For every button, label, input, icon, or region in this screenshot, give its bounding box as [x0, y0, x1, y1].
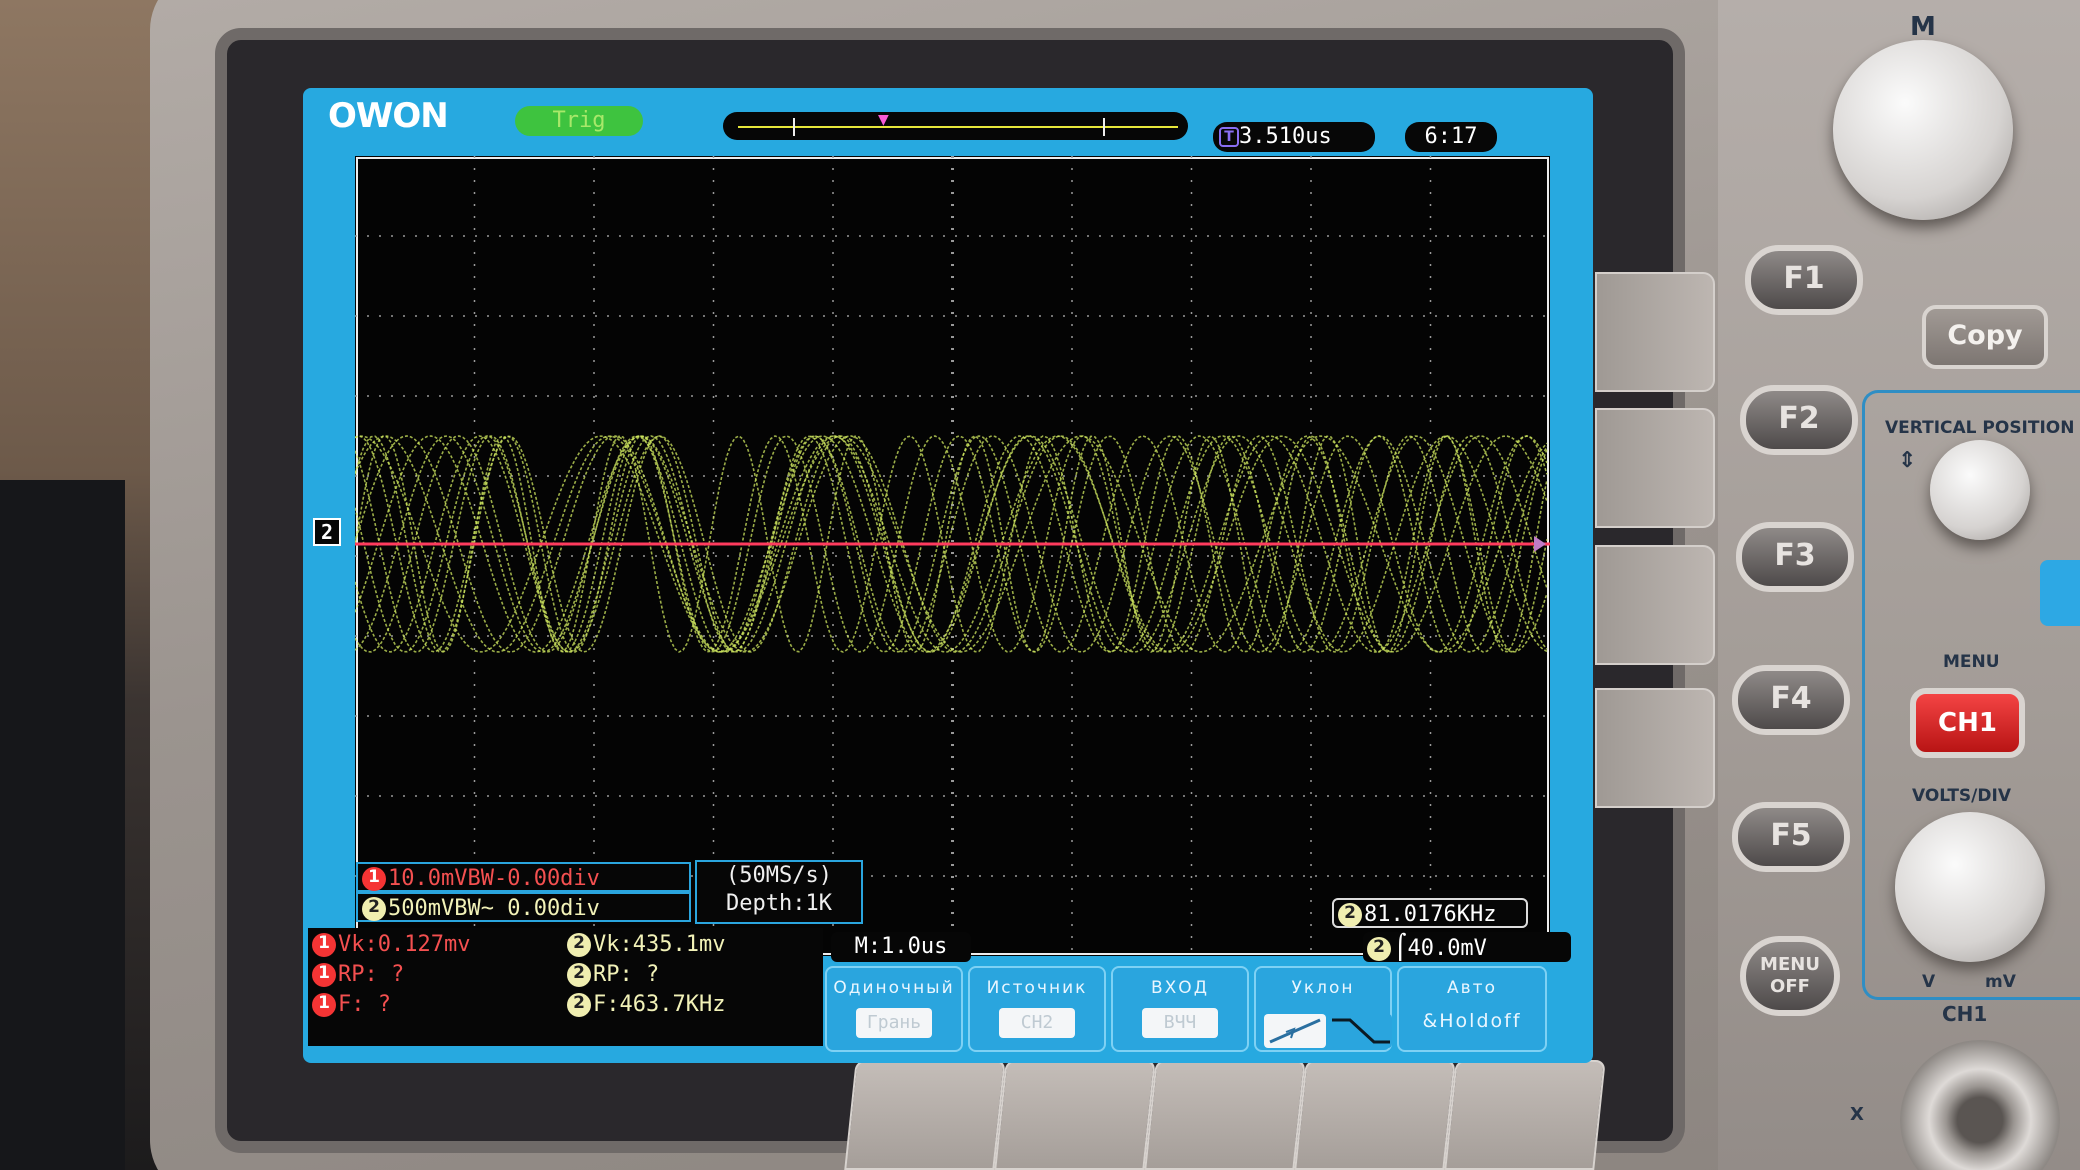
- copy-button[interactable]: Copy: [1922, 305, 2048, 369]
- ch1-setting: 1 10.0mVBW-0.00div: [356, 862, 691, 892]
- blue-tab: [2040, 560, 2080, 626]
- acquisition-info: (50MS/s) Depth:1K: [695, 860, 863, 924]
- dark-object: [0, 480, 125, 1170]
- ch2-meas-row: 2 Vk:435.1mv: [563, 930, 725, 960]
- ch1-setting-text: 10.0mVBW-0.00div: [388, 866, 600, 891]
- softkey-tab-4: [1595, 688, 1715, 808]
- f5-button[interactable]: F5: [1732, 802, 1850, 872]
- rising-slope-icon: [1264, 1014, 1326, 1048]
- menu-value: &Holdoff: [1422, 1010, 1522, 1032]
- menu-title: Авто: [1447, 978, 1497, 998]
- vertical-position-knob[interactable]: [1930, 440, 2030, 540]
- volts-div-knob[interactable]: [1895, 812, 2045, 962]
- ch2-level-marker: 2: [313, 518, 341, 546]
- m-label: M: [1910, 12, 1936, 42]
- volts-div-label: VOLTS/DIV: [1912, 786, 2011, 806]
- trigger-delay-value: 3.510us: [1239, 124, 1332, 149]
- menu-title: Одиночный: [833, 978, 955, 998]
- ch1-meas-row: 1 F: ?: [308, 990, 391, 1020]
- ch2-badge: 2: [362, 897, 386, 921]
- trigger-status: Trig: [515, 106, 643, 136]
- trigger-delay: T 3.510us: [1213, 122, 1375, 152]
- ch1-menu-button[interactable]: CH1: [1910, 688, 2025, 758]
- bottom-key-5[interactable]: [1444, 1060, 1606, 1170]
- brand-logo: OWON: [328, 96, 449, 136]
- softkey-tab-2: [1595, 408, 1715, 528]
- ch2-meas-row: 2 RP: ?: [563, 960, 659, 990]
- oscilloscope-screen: OWON Trig ▼ T 3.510us 6:17 2 1 10.0mVBW-0.…: [303, 88, 1593, 1063]
- frequency-value: 81.0176KHz: [1364, 902, 1497, 927]
- mv-label: mV: [1985, 972, 2016, 992]
- x-label: X: [1850, 1104, 1864, 1125]
- waveform-svg: [354, 156, 1550, 956]
- freq-ch2-badge: 2: [1338, 903, 1362, 927]
- memory-line: [738, 126, 1178, 128]
- softkey-tab-1: [1595, 272, 1715, 392]
- status-bar: OWON Trig ▼ T 3.510us 6:17: [303, 88, 1593, 152]
- rising-edge-icon: ⌠: [1393, 933, 1408, 961]
- memory-depth: Depth:1K: [726, 891, 832, 916]
- ch2-setting-text: 500mVBW~ 0.00div: [388, 896, 600, 921]
- memory-window-right: [1103, 118, 1105, 136]
- bottom-key-3[interactable]: [1144, 1060, 1306, 1170]
- menu-off-button[interactable]: MENU OFF: [1740, 936, 1840, 1016]
- ch2-setting: 2 500mVBW~ 0.00div: [356, 892, 691, 922]
- trigger-menu-area: M:1.0us 2 ⌠40.0mV Одиночный Грань Источни…: [823, 928, 1588, 1063]
- menu-title: Источник: [986, 978, 1088, 998]
- f2-button[interactable]: F2: [1740, 385, 1858, 455]
- menu-trigger-mode[interactable]: Одиночный Грань: [825, 966, 963, 1052]
- waveform-display: [354, 156, 1550, 956]
- updown-icon: ⇕: [1898, 448, 1917, 473]
- trigger-level: 2 ⌠40.0mV: [1363, 932, 1571, 962]
- menu-value: Грань: [856, 1008, 932, 1038]
- bottom-key-1[interactable]: [844, 1060, 1006, 1170]
- f1-button[interactable]: F1: [1745, 245, 1863, 315]
- menu-slope[interactable]: Уклон: [1254, 966, 1392, 1052]
- clock: 6:17: [1405, 122, 1497, 152]
- measurement-panel: 1 Vk:0.127mv 1 RP: ? 1 F: ? 2 Vk:435.1mv 2 RP…: [308, 928, 823, 1046]
- f4-button[interactable]: F4: [1732, 665, 1850, 735]
- ch2-meas-row: 2 F:463.7KHz: [563, 990, 725, 1020]
- timebase: M:1.0us: [831, 932, 971, 962]
- trigger-time-icon: T: [1219, 127, 1239, 147]
- f3-button[interactable]: F3: [1736, 522, 1854, 592]
- memory-window-left: [793, 118, 795, 136]
- vertical-position-label: VERTICAL POSITION: [1885, 418, 2075, 438]
- menu-title: ВХОД: [1151, 978, 1209, 998]
- trigger-frequency: 2 81.0176KHz: [1332, 898, 1528, 928]
- menu-source[interactable]: Источник CH2: [968, 966, 1106, 1052]
- v-label: V: [1922, 972, 1936, 992]
- trigger-pointer-icon: ▼: [878, 112, 889, 128]
- ch1-meas-row: 1 RP: ?: [308, 960, 404, 990]
- trigger-level-value: 40.0mV: [1407, 936, 1487, 961]
- multipurpose-knob[interactable]: [1833, 40, 2013, 220]
- menu-value: ВЧЧ: [1142, 1008, 1218, 1038]
- bottom-key-2[interactable]: [994, 1060, 1156, 1170]
- menu-value: CH2: [999, 1008, 1075, 1038]
- sample-rate: (50MS/s): [726, 863, 832, 888]
- falling-slope-icon: [1330, 1014, 1392, 1048]
- softkey-tab-3: [1595, 545, 1715, 665]
- ch1-meas-row: 1 Vk:0.127mv: [308, 930, 470, 960]
- memory-position-bar: ▼: [723, 112, 1188, 140]
- menu-title: Уклон: [1291, 978, 1355, 998]
- ch1-badge: 1: [362, 867, 386, 891]
- bottom-key-4[interactable]: [1294, 1060, 1456, 1170]
- menu-label: MENU: [1943, 652, 2000, 672]
- menu-input[interactable]: ВХОД ВЧЧ: [1111, 966, 1249, 1052]
- ch1-input-label: CH1: [1942, 1002, 1988, 1026]
- menu-auto-holdoff[interactable]: Авто &Holdoff: [1397, 966, 1547, 1052]
